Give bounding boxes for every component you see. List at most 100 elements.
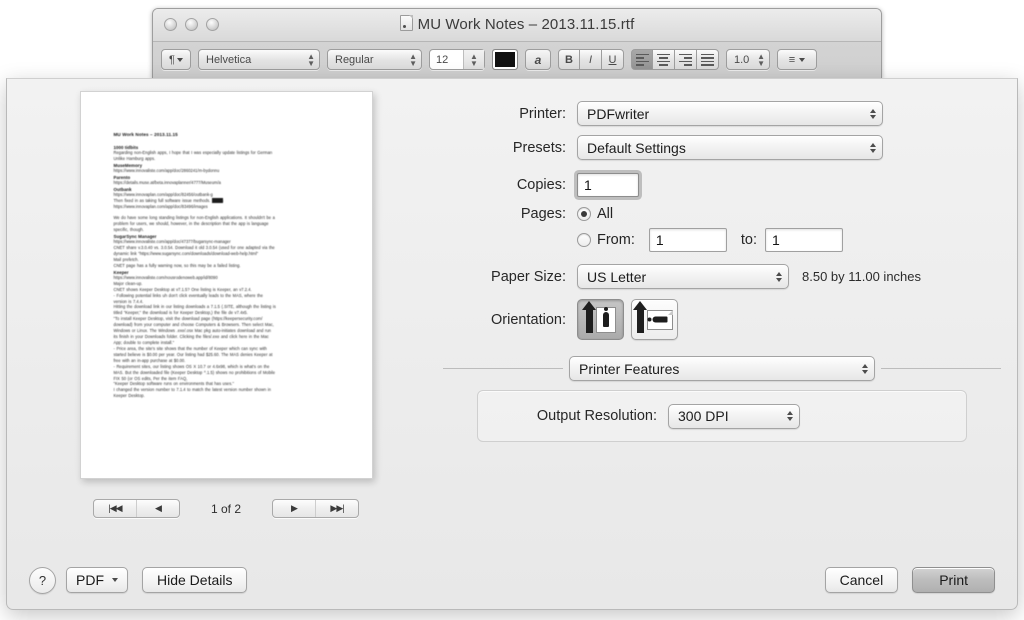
pages-all-option[interactable]: All xyxy=(577,206,613,222)
preview-section-text: https://www.innovaliste.com/app/doc/4737… xyxy=(114,239,346,269)
stepper-icon xyxy=(870,143,876,153)
printer-features-divider-row: Printer Features xyxy=(443,356,1001,381)
next-page-button[interactable]: ▶ xyxy=(273,500,315,517)
align-right-icon xyxy=(679,54,692,66)
font-size-value: 12 xyxy=(436,54,448,66)
hide-details-button[interactable]: Hide Details xyxy=(142,567,247,593)
document-window: MU Work Notes – 2013.11.15.rtf ¶ Helveti… xyxy=(152,8,882,79)
divider-left xyxy=(443,368,563,369)
italic-button[interactable]: I xyxy=(580,49,602,70)
printer-select[interactable]: PDFwriter xyxy=(577,101,883,126)
highlight-icon: a xyxy=(535,53,542,67)
orientation-portrait-button[interactable] xyxy=(577,299,624,340)
stepper-icon: ▲▼ xyxy=(470,53,478,67)
copies-row: Copies: 1 xyxy=(443,173,1001,197)
alignment-group xyxy=(631,49,719,70)
underline-button[interactable]: U xyxy=(602,49,624,70)
printer-row: Printer: PDFwriter xyxy=(443,101,1001,126)
cancel-button[interactable]: Cancel xyxy=(825,567,899,593)
page-nav-back-group: |◀◀ ◀ xyxy=(93,499,180,518)
arrow-up-icon xyxy=(637,309,644,333)
pages-all-radio[interactable] xyxy=(577,207,591,221)
printer-features-value: Printer Features xyxy=(579,361,856,377)
paper-size-row: Paper Size: US Letter 8.50 by 11.00 inch… xyxy=(443,264,1001,289)
bold-button[interactable]: B xyxy=(558,49,580,70)
printer-features-select[interactable]: Printer Features xyxy=(569,356,875,381)
pages-range-row: From: 1 to: 1 xyxy=(443,228,1001,252)
print-button[interactable]: Print xyxy=(912,567,995,593)
pages-all-row: Pages: All xyxy=(443,206,1001,222)
align-justify-button[interactable] xyxy=(697,49,719,70)
previous-page-button[interactable]: ◀ xyxy=(136,500,179,517)
chevron-down-icon xyxy=(799,58,805,62)
print-settings-panel: Printer: PDFwriter Presets: Default Sett… xyxy=(443,101,1001,442)
font-size-stepper[interactable]: ▲▼ xyxy=(463,50,484,69)
align-left-button[interactable] xyxy=(631,49,653,70)
line-spacing-value: 1.0 xyxy=(734,54,749,66)
pages-all-label: All xyxy=(597,206,613,222)
paper-size-dimensions: 8.50 by 11.00 inches xyxy=(802,269,921,284)
align-center-button[interactable] xyxy=(653,49,675,70)
help-button[interactable]: ? xyxy=(29,567,56,594)
copies-label: Copies: xyxy=(443,177,577,193)
first-page-button[interactable]: |◀◀ xyxy=(94,500,136,517)
pages-range-option[interactable]: From: xyxy=(577,232,635,248)
page-navigation: |◀◀ ◀ 1 of 2 ▶ ▶▶| xyxy=(21,499,431,518)
presets-select[interactable]: Default Settings xyxy=(577,135,883,160)
copies-input[interactable]: 1 xyxy=(577,173,639,197)
line-spacing-select[interactable]: 1.0 ▲▼ xyxy=(726,49,770,70)
pages-from-input[interactable]: 1 xyxy=(649,228,727,252)
preview-section-text: https://www.innovaliste.com/nousrodenowe… xyxy=(114,275,346,399)
last-page-button[interactable]: ▶▶| xyxy=(315,500,358,517)
orientation-group xyxy=(577,299,678,340)
presets-value: Default Settings xyxy=(587,140,864,156)
pages-to-input[interactable]: 1 xyxy=(765,228,843,252)
font-style-value: Regular xyxy=(335,54,374,66)
printer-features-panel: Output Resolution: 300 DPI xyxy=(477,390,967,442)
stepper-icon xyxy=(776,272,782,282)
format-toolbar: ¶ Helvetica ▲▼ Regular ▲▼ 12 ▲▼ a B I U xyxy=(153,41,881,78)
preview-section-text: https://www.innovaliste.com/app/doc/2860… xyxy=(114,168,346,174)
printer-label: Printer: xyxy=(443,106,577,122)
list-icon: ≡ xyxy=(789,54,795,66)
font-style-select[interactable]: Regular ▲▼ xyxy=(327,49,422,70)
align-left-icon xyxy=(636,54,649,66)
text-color-swatch[interactable] xyxy=(492,49,518,70)
presets-row: Presets: Default Settings xyxy=(443,135,1001,160)
portrait-page-icon xyxy=(596,307,616,333)
print-preview-panel: MU Work Notes – 2013.11.15 1000 tidbitsR… xyxy=(21,91,431,518)
list-style-button[interactable]: ≡ xyxy=(777,49,817,70)
highlight-color-button[interactable]: a xyxy=(525,49,551,70)
preview-sections: 1000 tidbitsRegarding non-English apps, … xyxy=(114,145,346,399)
document-icon xyxy=(400,15,413,31)
preview-section-text: https://www.innovaplan.com/app/doc/82456… xyxy=(114,192,346,210)
pdf-menu-button[interactable]: PDF xyxy=(66,567,128,593)
orientation-row: Orientation: xyxy=(443,299,1001,340)
page-preview-thumbnail[interactable]: MU Work Notes – 2013.11.15 1000 tidbitsR… xyxy=(80,91,373,479)
pdf-button-label: PDF xyxy=(76,572,104,588)
paper-size-select[interactable]: US Letter xyxy=(577,264,789,289)
preview-doc-title: MU Work Notes – 2013.11.15 xyxy=(114,132,346,137)
chevron-down-icon xyxy=(112,578,118,582)
pages-from-label: From: xyxy=(597,232,635,248)
font-family-select[interactable]: Helvetica ▲▼ xyxy=(198,49,320,70)
pages-label: Pages: xyxy=(443,206,577,222)
orientation-label: Orientation: xyxy=(443,312,577,328)
paper-size-label: Paper Size: xyxy=(443,269,577,285)
preview-document-content: MU Work Notes – 2013.11.15 1000 tidbitsR… xyxy=(114,132,346,399)
orientation-landscape-button[interactable] xyxy=(631,299,678,340)
printer-value: PDFwriter xyxy=(587,106,864,122)
landscape-page-icon xyxy=(647,310,673,330)
align-center-icon xyxy=(657,54,670,66)
paragraph-style-button[interactable]: ¶ xyxy=(161,49,191,70)
paper-size-value: US Letter xyxy=(587,269,770,285)
preview-section-text: Regarding non-English apps, I hope that … xyxy=(114,150,346,162)
output-resolution-select[interactable]: 300 DPI xyxy=(668,404,800,429)
divider-right xyxy=(881,368,1001,369)
stepper-icon xyxy=(862,364,868,374)
pages-range-radio[interactable] xyxy=(577,233,591,247)
person-icon xyxy=(652,317,667,323)
align-right-button[interactable] xyxy=(675,49,697,70)
font-size-input[interactable]: 12 ▲▼ xyxy=(429,49,485,70)
align-justify-icon xyxy=(701,54,714,66)
